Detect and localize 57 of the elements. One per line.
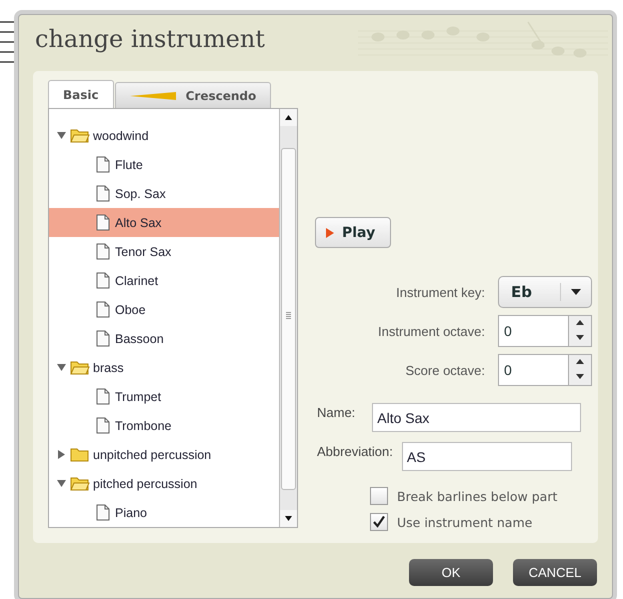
tree-item[interactable]: Tenor Sax: [49, 237, 279, 266]
name-field[interactable]: Alto Sax: [372, 403, 582, 432]
dialog-button[interactable]: CANCEL: [513, 559, 597, 586]
collapsed-triangle-icon: [57, 450, 66, 459]
document-icon: [96, 388, 110, 405]
tree-item[interactable]: Trumpet: [49, 382, 279, 411]
open-folder-icon: [70, 360, 90, 375]
folder-icon: [70, 447, 90, 462]
field-label: Abbreviation:: [316, 443, 393, 459]
tree-item[interactable]: Piano: [49, 498, 279, 527]
play-button[interactable]: Play: [315, 217, 391, 248]
document-icon: [96, 243, 110, 260]
tree-item[interactable]: Sop. Sax: [49, 179, 279, 208]
document-icon: [96, 185, 110, 202]
open-folder-icon: [70, 128, 90, 143]
open-folder-icon: [70, 476, 90, 491]
expanded-triangle-icon: [57, 363, 66, 372]
tab[interactable]: Crescendo: [114, 82, 272, 108]
document-icon: [96, 504, 110, 521]
field-label: Score octave:: [404, 362, 485, 378]
scroll-down-icon[interactable]: [285, 516, 292, 521]
tree-item[interactable]: pitched percussion: [49, 469, 279, 498]
caret-icon: [571, 289, 581, 295]
tree-item[interactable]: Bassoon: [49, 324, 279, 353]
octave-spinner[interactable]: 0: [498, 354, 592, 386]
scroll-up-icon[interactable]: [285, 115, 292, 120]
tree-item[interactable]: Oboe: [49, 295, 279, 324]
document-icon: [96, 417, 110, 434]
octave-spinner[interactable]: 0: [498, 315, 592, 347]
tree-item[interactable]: Trombone: [49, 411, 279, 440]
document-icon: [96, 156, 110, 173]
field-label: Instrument octave:: [377, 324, 485, 338]
document-icon: [96, 330, 110, 347]
document-icon: [96, 214, 110, 231]
tab[interactable]: Basic: [48, 80, 114, 108]
dialog-button[interactable]: OK: [409, 559, 493, 586]
play-icon: [326, 228, 334, 238]
document-icon: [96, 301, 110, 318]
checkbox-label: Break barlines below part: [397, 488, 558, 504]
tree-item[interactable]: Alto Sax: [49, 208, 279, 237]
key-dropdown[interactable]: Eb: [498, 276, 592, 308]
tree-item[interactable]: Flute: [49, 150, 279, 179]
document-icon: [96, 272, 110, 289]
field-label: Name:: [316, 404, 356, 420]
checkbox[interactable]: [370, 513, 388, 531]
tree-item[interactable]: brass: [49, 353, 279, 382]
tree-item[interactable]: Clarinet: [49, 266, 279, 295]
scrollbar[interactable]: [279, 109, 297, 527]
tree-item[interactable]: woodwind: [49, 121, 279, 150]
expanded-triangle-icon: [57, 131, 66, 140]
checkbox[interactable]: [370, 487, 388, 505]
abbreviation-field[interactable]: AS: [402, 442, 572, 471]
checkbox-label: Use instrument name: [397, 514, 532, 530]
tree-item[interactable]: unpitched percussion: [49, 440, 279, 469]
field-label: Instrument key:: [395, 284, 485, 300]
expanded-triangle-icon: [57, 479, 66, 488]
dialog-title: change instrument: [34, 24, 265, 55]
